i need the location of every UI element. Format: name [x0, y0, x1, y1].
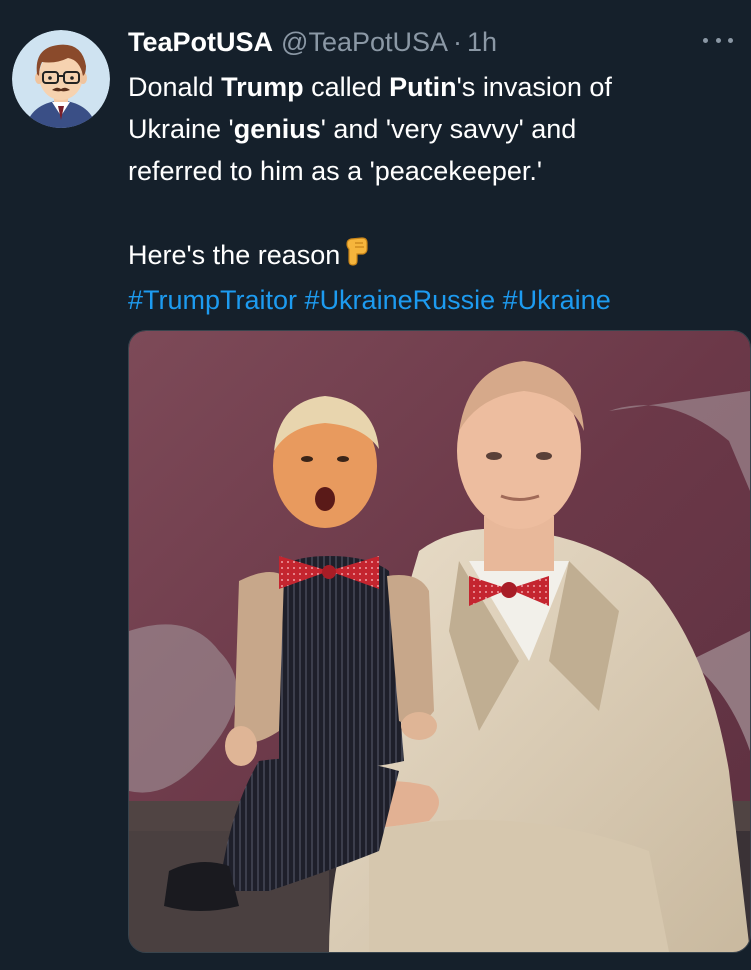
author-avatar[interactable] — [12, 30, 110, 128]
more-options-icon[interactable] — [703, 30, 733, 50]
cartoon-man-avatar-icon — [12, 30, 110, 128]
author-display-name[interactable]: TeaPotUSA — [128, 27, 273, 58]
hashtag-link[interactable]: #UkraineRussie — [305, 285, 496, 315]
bold-segment: Trump — [221, 72, 304, 102]
hashtag-list: #TrumpTraitor #UkraineRussie #Ukraine — [128, 279, 733, 321]
more-dot — [715, 37, 721, 43]
text-segment: ' and 'very savvy' and — [320, 114, 577, 144]
text-segment: Ukraine ' — [128, 114, 234, 144]
hashtag-link[interactable]: #TrumpTraitor — [128, 285, 297, 315]
tweet-text-line-4: Here's the reason — [128, 234, 733, 279]
backhand-index-pointing-down-icon — [344, 235, 370, 279]
tweet-header: TeaPotUSA @TeaPotUSA · 1h — [128, 24, 731, 60]
text-segment: called — [303, 72, 390, 102]
tweet-timestamp[interactable]: 1h — [467, 27, 497, 58]
tweet-text-line-2: Ukraine 'genius' and 'very savvy' and — [128, 108, 733, 150]
hashtag-link[interactable]: #Ukraine — [503, 285, 611, 315]
header-separator: · — [453, 26, 463, 57]
more-dot — [703, 37, 708, 43]
text-segment: 's invasion of — [456, 72, 612, 102]
tweet: TeaPotUSA @TeaPotUSA · 1h Donald Trump c… — [0, 0, 751, 970]
ventriloquist-photo — [129, 331, 750, 952]
author-handle[interactable]: @TeaPotUSA — [281, 27, 448, 58]
more-dot — [728, 37, 733, 43]
text-segment: Donald — [128, 72, 222, 102]
tweet-media-photo[interactable] — [128, 330, 751, 953]
text-segment: Here's the reason — [128, 240, 341, 270]
bold-segment: Putin — [389, 72, 457, 102]
tweet-text: Donald Trump called Putin's invasion of … — [128, 66, 733, 321]
tweet-text-line-1: Donald Trump called Putin's invasion of — [128, 66, 733, 108]
tweet-text-line-3: referred to him as a 'peacekeeper.' — [128, 156, 543, 186]
bold-segment: genius — [233, 114, 321, 144]
